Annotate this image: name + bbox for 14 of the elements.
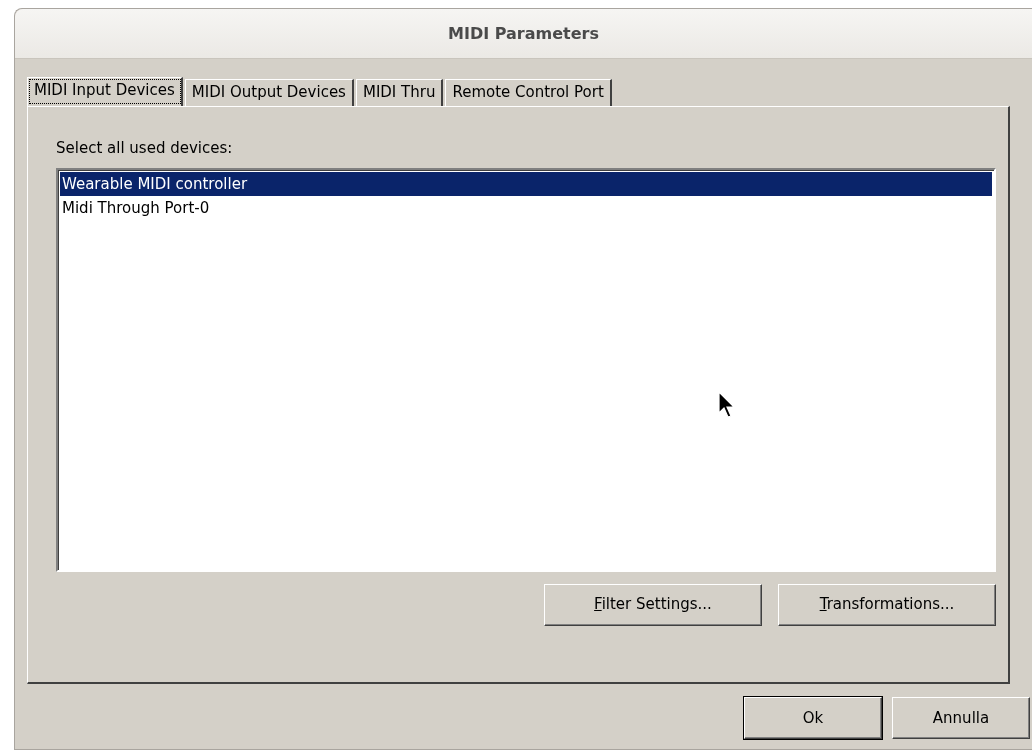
list-item[interactable]: Midi Through Port-0 [60,195,992,220]
window-title: MIDI Parameters [448,22,599,45]
dialog-button[interactable]: Filter Settings... [544,583,762,626]
dialog-button[interactable]: Annulla [892,697,1030,739]
tab[interactable]: MIDI Thru [355,79,444,106]
dialog-button[interactable]: Transformations... [778,583,996,626]
list-item[interactable]: Wearable MIDI controller [60,171,992,196]
tab[interactable]: MIDI Output Devices [184,79,354,106]
list-label: Select all used devices: [56,138,234,159]
dialog-button[interactable]: Ok [744,697,882,739]
mouse-pointer-icon [718,391,736,419]
tab[interactable]: Remote Control Port [445,79,612,106]
device-list[interactable]: Wearable MIDI controller Midi Through Port-0 [56,167,996,572]
tab[interactable]: MIDI Input Devices [27,77,183,106]
